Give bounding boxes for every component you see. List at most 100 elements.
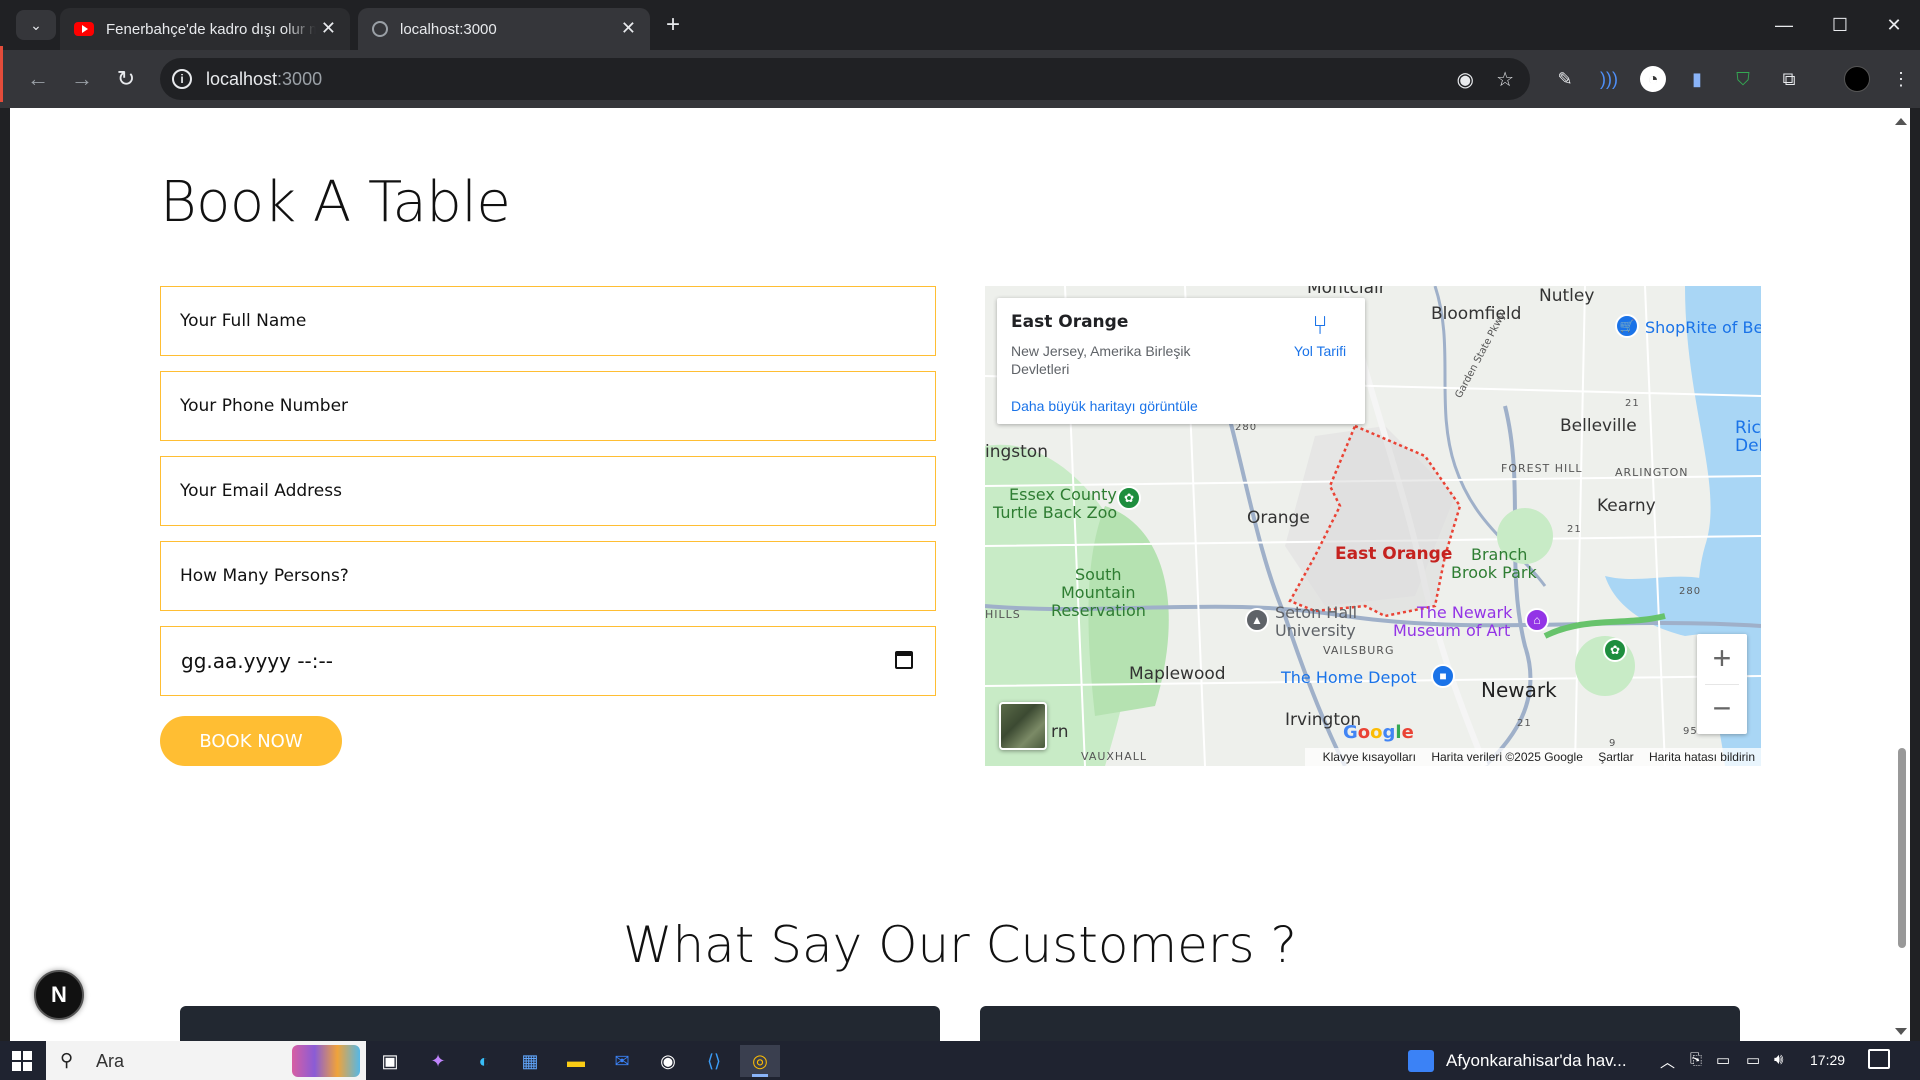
zoom-in-button[interactable]: + xyxy=(1697,634,1747,684)
back-arrow-icon[interactable]: ← xyxy=(22,63,54,95)
full-name-input[interactable] xyxy=(161,287,935,355)
outlook-icon[interactable]: ✉ xyxy=(602,1045,642,1077)
report-error-link[interactable]: Harita hatası bildirin xyxy=(1649,750,1755,764)
persons-field[interactable] xyxy=(160,541,936,611)
window-close-button[interactable]: ✕ xyxy=(1866,0,1920,50)
chrome-icon[interactable]: ◎ xyxy=(740,1045,780,1077)
scroll-down-icon[interactable] xyxy=(1895,1028,1907,1035)
file-explorer-icon[interactable]: ▬ xyxy=(556,1045,596,1077)
star-icon[interactable]: ☆ xyxy=(1496,67,1514,92)
route-shield: 21 xyxy=(1517,718,1532,729)
copilot-icon[interactable]: ✦ xyxy=(418,1045,458,1077)
vscode-icon[interactable]: ⟨⟩ xyxy=(694,1045,734,1077)
book-table-title: Book A Table xyxy=(160,170,511,235)
tab-search-button[interactable]: ⌄ xyxy=(16,10,56,40)
more-menu-icon[interactable]: ⋮ xyxy=(1888,66,1914,92)
url-text[interactable]: localhost:3000 xyxy=(206,69,322,90)
maximize-button[interactable]: ☐ xyxy=(1812,0,1868,50)
map-label: South xyxy=(1075,565,1122,584)
datetime-value[interactable]: gg.aa.yyyy --:-- xyxy=(181,649,333,673)
scroll-up-icon[interactable] xyxy=(1895,118,1907,125)
place-address: New Jersey, Amerika Birleşik Devletleri xyxy=(1011,343,1191,377)
scroll-thumb[interactable] xyxy=(1898,748,1906,948)
directions-label: Yol Tarifi xyxy=(1293,343,1347,359)
browser-tab-bar: ⌄ Fenerbahçe'de kadro dışı olur mu? ✕ lo… xyxy=(0,0,1920,50)
tab-title: Fenerbahçe'de kadro dışı olur mu? xyxy=(106,20,316,38)
keyboard-shortcuts-link[interactable]: Klavye kısayolları xyxy=(1323,750,1416,764)
email-field[interactable] xyxy=(160,456,936,526)
edge-icon[interactable]: ◐ xyxy=(464,1045,504,1077)
window-edge xyxy=(0,108,10,1041)
datetime-field[interactable]: gg.aa.yyyy --:-- xyxy=(160,626,936,696)
park-icon[interactable]: ✿ xyxy=(1603,638,1627,662)
close-icon[interactable]: ✕ xyxy=(321,18,336,39)
tab-youtube[interactable]: Fenerbahçe'de kadro dışı olur mu? ✕ xyxy=(60,8,350,50)
forward-arrow-icon[interactable]: → xyxy=(66,63,98,95)
scrollbar[interactable] xyxy=(1892,108,1910,1041)
reload-icon[interactable]: ↻ xyxy=(110,63,142,95)
satellite-toggle[interactable] xyxy=(999,702,1047,750)
directions-button[interactable]: ⑂ Yol Tarifi xyxy=(1285,310,1355,359)
puzzle-icon[interactable]: ⧉ xyxy=(1776,66,1802,92)
windows-taskbar: ⚲ Ara ▣ ✦ ◐ ▦ ▬ ✉ ◉ ⟨⟩ ◎ Afyonkarahisar'… xyxy=(0,1041,1920,1080)
eye-off-icon[interactable]: ◉ xyxy=(1457,67,1474,92)
map-label[interactable]: The Newark xyxy=(1417,604,1512,622)
book-now-button[interactable]: BOOK NOW xyxy=(160,716,342,766)
battery-icon[interactable]: ▭ xyxy=(1716,1051,1730,1069)
wave-extension-icon[interactable]: ))) xyxy=(1596,66,1622,92)
phone-field[interactable] xyxy=(160,371,936,441)
full-name-field[interactable] xyxy=(160,286,936,356)
address-bar[interactable]: i localhost:3000 ◉ ☆ xyxy=(160,58,1530,100)
phone-input[interactable] xyxy=(161,372,935,440)
chevron-up-icon[interactable]: ︿ xyxy=(1660,1051,1675,1072)
shield-extension-icon[interactable]: ⛉ xyxy=(1730,66,1756,92)
notification-icon[interactable] xyxy=(1868,1049,1890,1069)
map-label[interactable]: ShopRite of Bel xyxy=(1645,318,1761,337)
museum-icon[interactable]: ⌂ xyxy=(1525,608,1549,632)
tab-title: localhost:3000 xyxy=(400,20,497,38)
search-icon: ⚲ xyxy=(60,1050,74,1070)
map-label[interactable]: Seton Hall xyxy=(1275,604,1357,622)
google-map[interactable]: Montclair Nutley Bloomfield 🛒 ShopRite o… xyxy=(985,286,1761,766)
map-label: Brook Park xyxy=(1451,563,1537,582)
map-label[interactable]: Turtle Back Zoo xyxy=(993,504,1117,522)
task-view-icon[interactable]: ▣ xyxy=(370,1045,410,1077)
shopping-cart-icon[interactable]: 🛒 xyxy=(1615,314,1639,338)
persons-input[interactable] xyxy=(161,542,935,610)
terms-link[interactable]: Şartlar xyxy=(1598,750,1633,764)
timer-extension-icon[interactable]: ◔ xyxy=(1640,66,1666,92)
obs-icon[interactable]: ◉ xyxy=(648,1045,688,1077)
nextjs-dev-badge[interactable]: N xyxy=(34,970,84,1020)
site-info-icon[interactable]: i xyxy=(172,69,192,89)
clock[interactable]: 17:29 xyxy=(1810,1052,1845,1068)
volume-icon[interactable]: 🔊︎ xyxy=(1774,1051,1783,1068)
search-highlight-image xyxy=(292,1045,360,1077)
news-text: Afyonkarahisar'da hav... xyxy=(1446,1050,1627,1070)
route-shield: 21 xyxy=(1567,524,1582,535)
calendar-icon[interactable] xyxy=(895,651,913,669)
paw-icon[interactable]: ✿ xyxy=(1117,486,1141,510)
taskbar-search[interactable]: ⚲ Ara xyxy=(46,1041,366,1080)
window-edge-accent xyxy=(0,46,3,102)
map-label[interactable]: Museum of Art xyxy=(1393,622,1510,640)
meet-icon[interactable]: ⎘ xyxy=(1690,1051,1702,1068)
new-tab-button[interactable]: + xyxy=(656,9,690,41)
school-icon[interactable]: ▲ xyxy=(1245,608,1269,632)
store-icon[interactable]: ▦ xyxy=(510,1045,550,1077)
profile-avatar[interactable] xyxy=(1844,66,1870,92)
larger-map-link[interactable]: Daha büyük haritayı görüntüle xyxy=(1011,398,1198,414)
eyedropper-icon[interactable]: ✎ xyxy=(1552,66,1578,92)
map-label[interactable]: University xyxy=(1275,622,1356,640)
shopping-bag-icon[interactable]: ■ xyxy=(1431,664,1455,688)
map-label[interactable]: Essex County xyxy=(1009,486,1117,504)
network-icon[interactable]: ▭ xyxy=(1746,1051,1760,1069)
map-label[interactable]: The Home Depot xyxy=(1281,668,1417,687)
document-extension-icon[interactable]: ▮ xyxy=(1684,66,1710,92)
zoom-out-button[interactable]: − xyxy=(1697,684,1747,734)
windows-start-icon[interactable] xyxy=(12,1051,32,1071)
news-widget[interactable]: Afyonkarahisar'da hav... xyxy=(1408,1041,1627,1080)
close-icon[interactable]: ✕ xyxy=(621,18,636,39)
tab-localhost[interactable]: localhost:3000 ✕ xyxy=(358,8,650,50)
email-input[interactable] xyxy=(161,457,935,525)
minimize-button[interactable]: — xyxy=(1756,0,1812,50)
